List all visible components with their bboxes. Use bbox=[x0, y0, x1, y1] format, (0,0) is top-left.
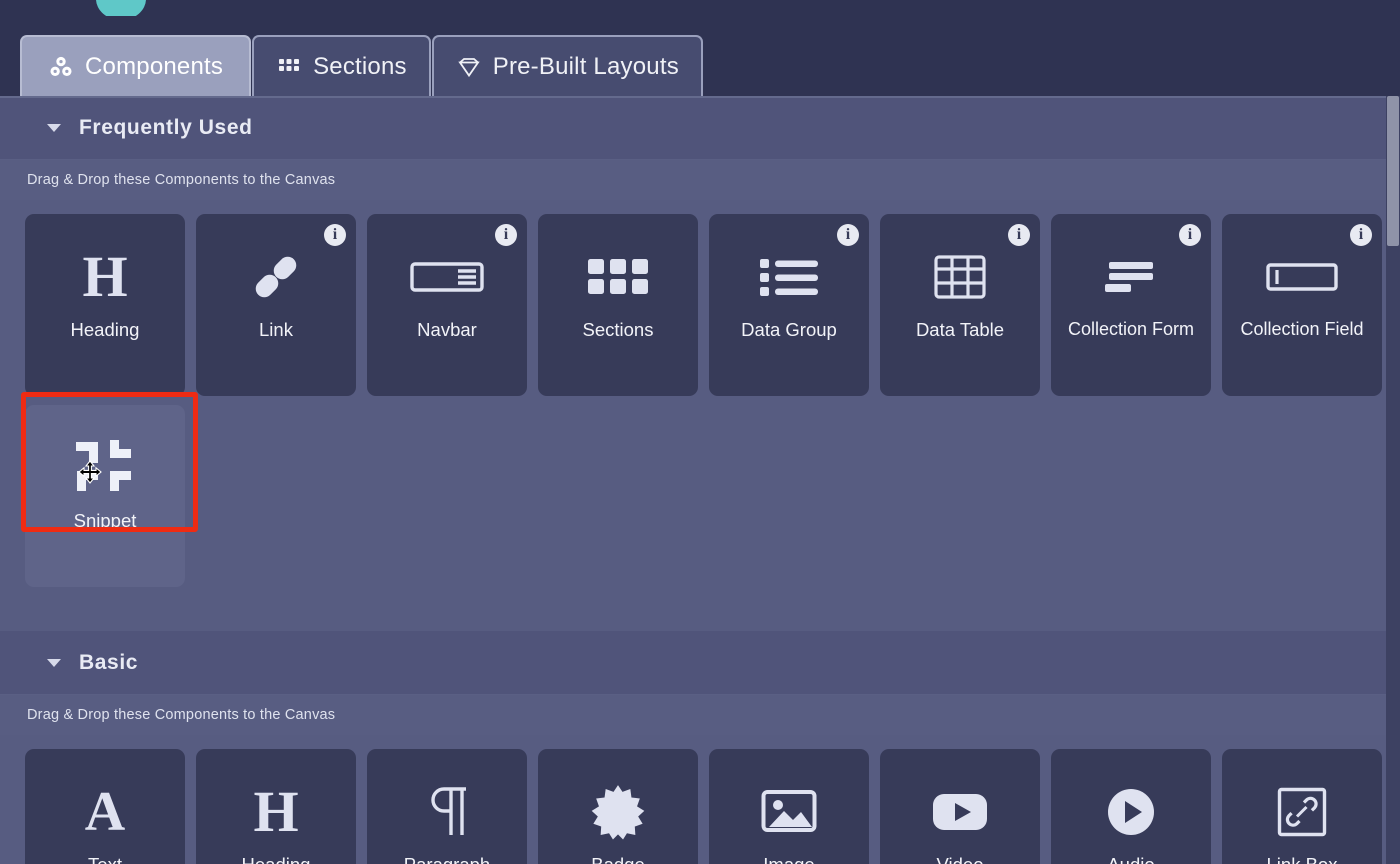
component-card-heading[interactable]: H Heading bbox=[25, 214, 185, 396]
component-card-label: Heading bbox=[236, 853, 317, 864]
cubes-icon bbox=[48, 54, 74, 80]
component-card-label: Collection Field bbox=[1240, 319, 1364, 339]
group-title: Basic bbox=[79, 650, 139, 674]
list-bullets-icon bbox=[760, 246, 818, 308]
top-strip bbox=[0, 0, 1400, 16]
chevron-down-icon[interactable] bbox=[47, 658, 61, 667]
component-card-link[interactable]: i Link bbox=[196, 214, 356, 396]
vertical-scrollbar[interactable] bbox=[1386, 96, 1400, 864]
info-icon[interactable]: i bbox=[324, 224, 346, 246]
component-card-label: Image bbox=[757, 853, 820, 864]
grid-dots-icon bbox=[276, 54, 302, 80]
component-card-label: Sections bbox=[582, 319, 654, 340]
tab-label: Sections bbox=[313, 52, 407, 80]
component-card-sections[interactable]: Sections bbox=[538, 214, 698, 396]
image-picture-icon bbox=[761, 781, 817, 843]
component-card-label: Data Table bbox=[915, 319, 1005, 340]
components-scroll-panel[interactable]: Frequently Used Drag & Drop these Compon… bbox=[0, 96, 1386, 864]
info-icon[interactable]: i bbox=[1350, 224, 1372, 246]
component-card-label: Data Group bbox=[741, 319, 837, 340]
component-card-link-box[interactable]: Link Box bbox=[1222, 749, 1382, 864]
frequently-used-card-grid: H Heading i Link i Navbar Sections i Dat… bbox=[0, 200, 1386, 396]
tab-bar: Components Sections Pre-Built Layouts bbox=[0, 16, 1400, 96]
component-card-label: Paragraph bbox=[398, 853, 496, 864]
component-card-heading-basic[interactable]: H Heading bbox=[196, 749, 356, 864]
component-card-label: Badge bbox=[585, 853, 651, 864]
link-chain-icon bbox=[249, 246, 303, 308]
group-subtitle: Drag & Drop these Components to the Canv… bbox=[27, 172, 336, 188]
component-card-label: Snippet bbox=[73, 510, 137, 531]
heading-h-icon: H bbox=[82, 244, 128, 309]
component-card-paragraph[interactable]: Paragraph bbox=[367, 749, 527, 864]
component-card-label: Audio bbox=[1101, 853, 1160, 864]
info-icon[interactable]: i bbox=[1179, 224, 1201, 246]
group-subtitle-bar: Drag & Drop these Components to the Canv… bbox=[0, 695, 1386, 735]
component-library-panel: Components Sections Pre-Built Layouts Fr… bbox=[0, 0, 1400, 864]
input-field-icon bbox=[1266, 246, 1338, 308]
component-card-label: Video bbox=[931, 853, 990, 864]
form-lines-icon bbox=[1103, 246, 1159, 308]
frequently-used-card-grid-row2: Snippet bbox=[0, 396, 1386, 613]
tab-pre-built-layouts[interactable]: Pre-Built Layouts bbox=[431, 35, 703, 96]
component-card-collection-field[interactable]: i Collection Field bbox=[1222, 214, 1382, 396]
basic-card-grid: A Text H Heading Paragraph bbox=[0, 735, 1386, 864]
video-play-icon bbox=[931, 781, 989, 843]
snippet-corners-icon bbox=[72, 437, 138, 499]
component-card-label: Collection Form bbox=[1067, 319, 1195, 339]
text-a-icon: A bbox=[84, 781, 126, 843]
audio-play-circle-icon bbox=[1106, 781, 1156, 843]
grid-6-icon bbox=[588, 246, 648, 308]
component-card-label: Navbar bbox=[417, 319, 477, 340]
component-card-navbar[interactable]: i Navbar bbox=[367, 214, 527, 396]
link-box-icon bbox=[1277, 781, 1327, 843]
component-card-collection-form[interactable]: i Collection Form bbox=[1051, 214, 1211, 396]
component-card-label: Link bbox=[259, 319, 293, 340]
component-card-video[interactable]: Video bbox=[880, 749, 1040, 864]
component-card-data-table[interactable]: i Data Table bbox=[880, 214, 1040, 396]
badge-starburst-icon bbox=[590, 781, 646, 843]
scrollbar-thumb[interactable] bbox=[1387, 96, 1399, 246]
group-subtitle: Drag & Drop these Components to the Canv… bbox=[27, 707, 336, 723]
component-card-audio[interactable]: Audio bbox=[1051, 749, 1211, 864]
group-header-frequently-used[interactable]: Frequently Used bbox=[0, 96, 1386, 160]
chevron-down-icon[interactable] bbox=[47, 123, 61, 132]
component-card-text[interactable]: A Text bbox=[25, 749, 185, 864]
pilcrow-icon bbox=[422, 781, 472, 843]
component-card-snippet[interactable]: Snippet bbox=[25, 405, 185, 587]
component-card-data-group[interactable]: i Data Group bbox=[709, 214, 869, 396]
info-icon[interactable]: i bbox=[1008, 224, 1030, 246]
tab-sections[interactable]: Sections bbox=[252, 35, 431, 96]
group-header-basic[interactable]: Basic bbox=[0, 631, 1386, 695]
component-card-label: Text bbox=[82, 853, 128, 864]
section-spacer bbox=[0, 613, 1386, 631]
component-card-badge[interactable]: Badge bbox=[538, 749, 698, 864]
info-icon[interactable]: i bbox=[495, 224, 517, 246]
group-title: Frequently Used bbox=[79, 115, 253, 139]
group-subtitle-bar: Drag & Drop these Components to the Canv… bbox=[0, 160, 1386, 200]
table-grid-icon bbox=[934, 246, 986, 308]
tab-label: Pre-Built Layouts bbox=[492, 52, 679, 80]
component-card-label: Heading bbox=[70, 319, 140, 340]
tab-label: Components bbox=[85, 52, 224, 80]
component-card-label: Link Box bbox=[1261, 853, 1344, 864]
heading-h-icon: H bbox=[253, 779, 299, 844]
component-card-image[interactable]: Image bbox=[709, 749, 869, 864]
diamond-icon bbox=[456, 54, 482, 80]
info-icon[interactable]: i bbox=[837, 224, 859, 246]
navbar-icon bbox=[410, 246, 484, 308]
tab-components[interactable]: Components bbox=[20, 35, 252, 96]
